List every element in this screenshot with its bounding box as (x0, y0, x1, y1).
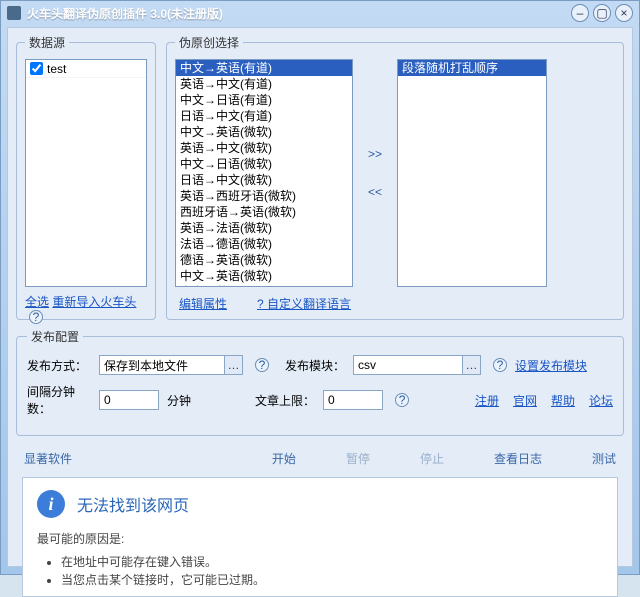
edit-attrs-link[interactable]: 编辑属性 (179, 295, 227, 312)
interval-input[interactable] (99, 390, 159, 410)
pause-button[interactable]: 暂停 (346, 450, 370, 467)
module-input[interactable] (353, 355, 463, 375)
info-cause-list: 在地址中可能存在键入错误。当您点击某个链接时，它可能已过期。 (61, 553, 603, 589)
info-panel: i 无法找到该网页 最可能的原因是: 在地址中可能存在键入错误。当您点击某个链接… (22, 477, 618, 597)
list-option[interactable]: 中文→英语(微软) (176, 268, 352, 284)
select-all-link[interactable]: 全选 (25, 295, 49, 309)
info-cause-item: 当您点击某个链接时，它可能已过期。 (61, 571, 603, 589)
datasource-label: test (47, 62, 66, 76)
module-picker[interactable]: … (463, 355, 481, 375)
list-option[interactable]: 英语→中文(有道) (176, 76, 352, 92)
start-button[interactable]: 开始 (272, 450, 296, 467)
info-cause-title: 最可能的原因是: (37, 530, 603, 547)
action-bar: 显著软件 开始 暂停 停止 查看日志 测试 (24, 450, 616, 467)
list-option[interactable]: 段落随机打乱顺序 (398, 60, 546, 76)
module-label: 发布模块： (285, 357, 345, 374)
datasource-legend: 数据源 (25, 34, 69, 51)
titlebar: 火车头翻译伪原创插件 3.0(未注册版) – ▢ × (1, 1, 639, 25)
set-module-link[interactable]: 设置发布模块 (515, 357, 587, 374)
list-option[interactable]: 英语→西班牙语(微软) (176, 188, 352, 204)
register-link[interactable]: 注册 (475, 392, 499, 409)
help-icon[interactable]: ? (255, 358, 269, 372)
list-item[interactable]: test (26, 60, 146, 78)
info-title: 无法找到该网页 (77, 492, 189, 516)
reimport-link[interactable]: 重新导入火车头 (52, 295, 136, 309)
help-icon[interactable]: ? (493, 358, 507, 372)
close-button[interactable]: × (615, 4, 633, 22)
app-window: 火车头翻译伪原创插件 3.0(未注册版) – ▢ × 数据源 test 全选 (0, 0, 640, 575)
available-list[interactable]: 中文→英语(有道)英语→中文(有道)中文→日语(有道)日语→中文(有道)中文→英… (175, 59, 353, 287)
method-input[interactable] (99, 355, 225, 375)
minimize-button[interactable]: – (571, 4, 589, 22)
test-button[interactable]: 测试 (592, 450, 616, 467)
interval-unit: 分钟 (167, 392, 191, 409)
list-option[interactable]: 英语→中文(微软) (176, 140, 352, 156)
show-soft-button[interactable]: 显著软件 (24, 450, 72, 467)
datasource-checkbox[interactable] (30, 62, 43, 75)
list-option[interactable]: 法语→德语(微软) (176, 236, 352, 252)
info-cause-item: 在地址中可能存在键入错误。 (61, 553, 603, 571)
list-option[interactable]: 西班牙语→英语(微软) (176, 204, 352, 220)
list-option[interactable]: 中文→英语(有道) (176, 60, 352, 76)
move-right-button[interactable]: >> (368, 147, 382, 161)
app-icon (7, 6, 21, 20)
datasource-list[interactable]: test (25, 59, 147, 287)
list-option[interactable]: 中文→日语(微软) (176, 156, 352, 172)
help-link[interactable]: 帮助 (551, 392, 575, 409)
list-option[interactable]: 英语→法语(微软) (176, 220, 352, 236)
method-label: 发布方式： (27, 357, 91, 374)
move-left-button[interactable]: << (368, 185, 382, 199)
limit-label: 文章上限： (255, 392, 315, 409)
selector-group: 伪原创选择 中文→英语(有道)英语→中文(有道)中文→日语(有道)日语→中文(有… (166, 34, 624, 320)
log-button[interactable]: 查看日志 (494, 450, 542, 467)
selector-legend: 伪原创选择 (175, 34, 243, 51)
forum-link[interactable]: 论坛 (589, 392, 613, 409)
method-picker[interactable]: … (225, 355, 243, 375)
list-option[interactable]: 德语→英语(微软) (176, 252, 352, 268)
stop-button[interactable]: 停止 (420, 450, 444, 467)
publish-group: 发布配置 发布方式： … ? 发布模块： … ? 设置发布模块 间隔分钟数： (16, 328, 624, 436)
info-icon: i (37, 490, 65, 518)
maximize-button[interactable]: ▢ (593, 4, 611, 22)
list-option[interactable]: 中文→英语(微软) (176, 124, 352, 140)
list-option[interactable]: 中文→日语(有道) (176, 92, 352, 108)
datasource-group: 数据源 test 全选 重新导入火车头 ? (16, 34, 156, 320)
limit-input[interactable] (323, 390, 383, 410)
list-option[interactable]: 日语→中文(微软) (176, 172, 352, 188)
list-option[interactable]: 日语→中文(有道) (176, 108, 352, 124)
help-icon[interactable]: ? (29, 310, 43, 324)
window-title: 火车头翻译伪原创插件 3.0(未注册版) (27, 5, 571, 22)
selected-list[interactable]: 段落随机打乱顺序 (397, 59, 547, 287)
interval-label: 间隔分钟数： (27, 383, 91, 417)
help-icon[interactable]: ? (395, 393, 409, 407)
client-area: 数据源 test 全选 重新导入火车头 ? 伪原创选择 (7, 27, 633, 567)
list-option[interactable]: 中文→英语(Google) (176, 284, 352, 287)
official-link[interactable]: 官网 (513, 392, 537, 409)
publish-legend: 发布配置 (27, 328, 83, 345)
custom-lang-link[interactable]: ? 自定义翻译语言 (257, 295, 351, 312)
